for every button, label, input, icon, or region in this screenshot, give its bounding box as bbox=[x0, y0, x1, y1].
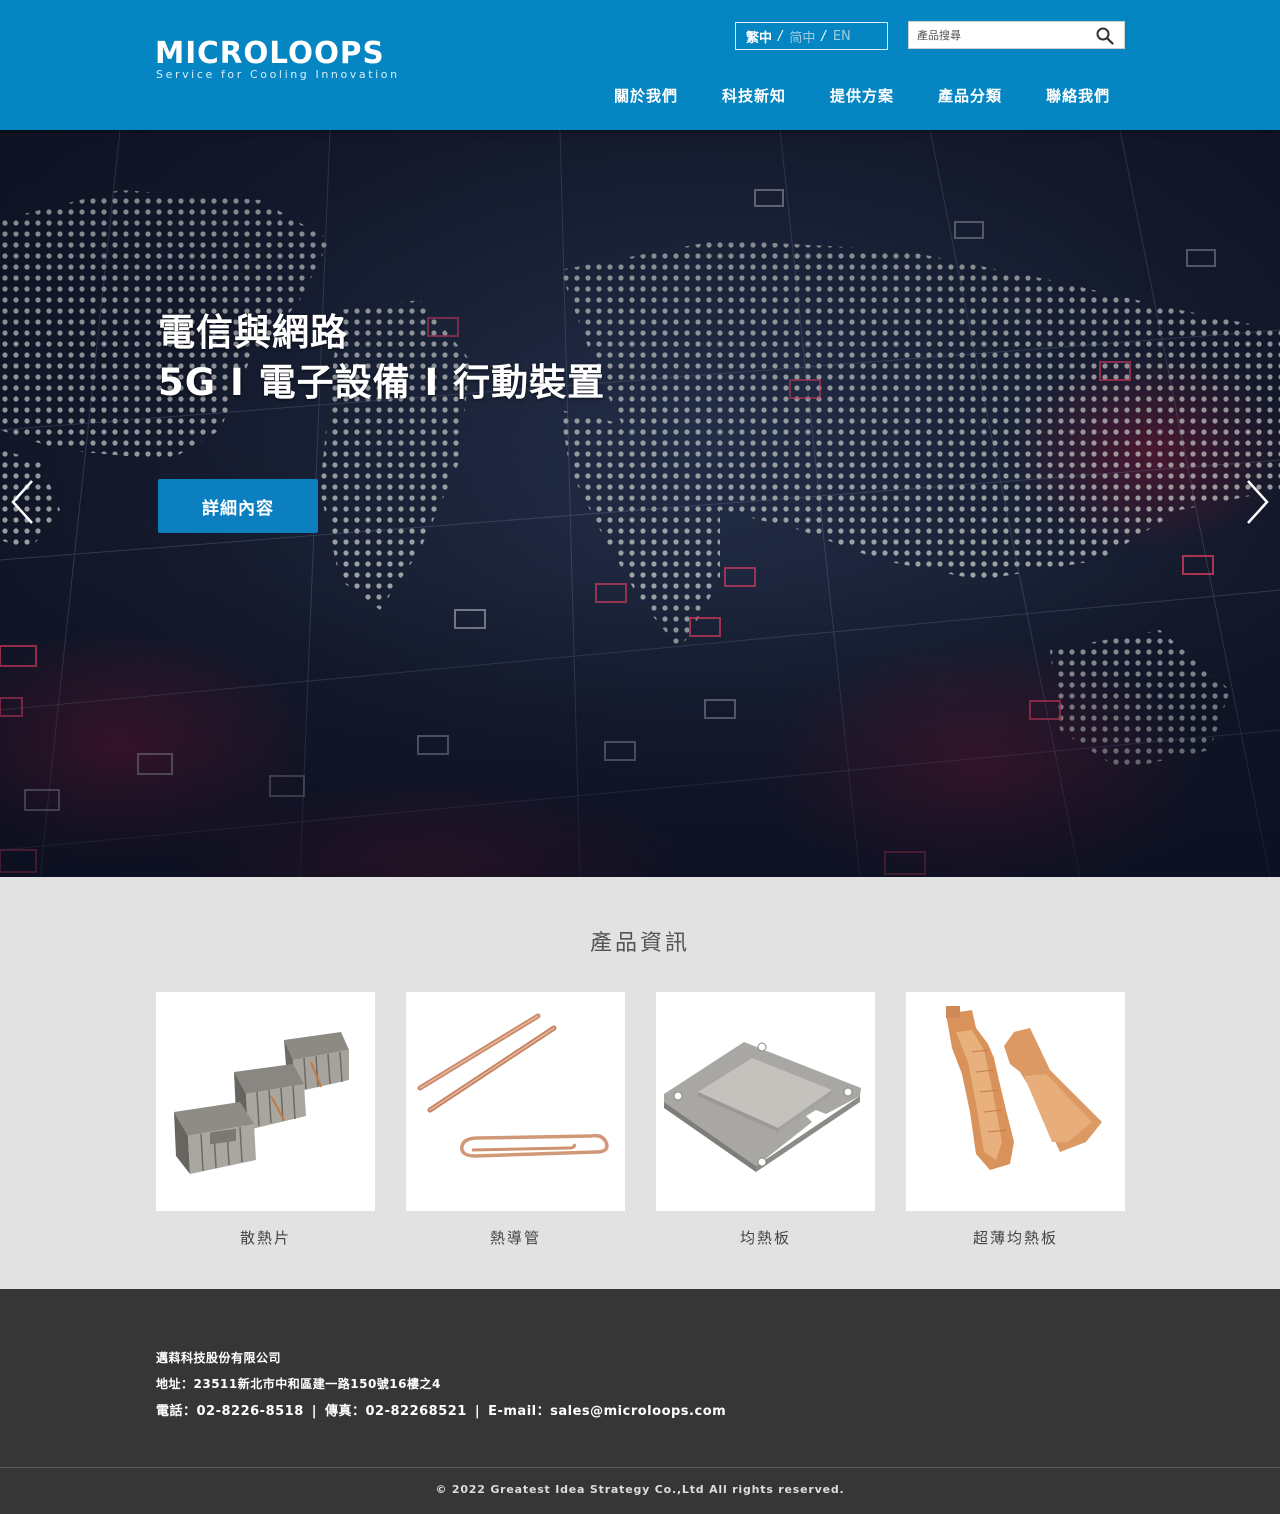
product-card-vapor-chamber[interactable]: 均熱板 bbox=[656, 992, 875, 1248]
products-section-title: 產品資訊 bbox=[589, 931, 690, 956]
footer-copyright: © 2022 Greatest Idea Strategy Co.,Ltd Al… bbox=[435, 1483, 845, 1496]
main-nav: 關於我們 科技新知 提供方案 產品分類 聯絡我們 bbox=[614, 85, 1110, 106]
footer-email-link[interactable]: E-mail：sales@microloops.com bbox=[488, 1404, 726, 1419]
nav-item-contact[interactable]: 聯絡我們 bbox=[1046, 85, 1110, 106]
footer-separator: | bbox=[474, 1404, 481, 1419]
footer-address: 地址：23511新北市中和區建一路150號16樓之4 bbox=[156, 1377, 441, 1391]
nav-item-solutions[interactable]: 提供方案 bbox=[830, 85, 894, 106]
hero-title-line1: 電信與網路 bbox=[158, 311, 348, 354]
product-card-heatsink[interactable]: 散熱片 bbox=[156, 992, 375, 1248]
hero-banner: 電信與網路 5G I 電子設備 I 行動裝置 詳細內容 bbox=[0, 130, 1280, 877]
product-image-vapor-chamber[interactable] bbox=[656, 992, 875, 1211]
nav-item-products[interactable]: 產品分類 bbox=[938, 85, 1002, 106]
product-label-heatsink[interactable]: 散熱片 bbox=[156, 1227, 375, 1248]
footer-divider bbox=[0, 1467, 1280, 1468]
site-footer: 邁萪科技股份有限公司 地址：23511新北市中和區建一路150號16樓之4 電話… bbox=[0, 1289, 1280, 1514]
chevron-right-icon[interactable] bbox=[1242, 479, 1272, 525]
footer-fax: 傳真：02-82268521 bbox=[325, 1404, 467, 1419]
lang-simplified-chinese[interactable]: 简中 bbox=[789, 27, 815, 46]
footer-phone: 電話：02-8226-8518 bbox=[156, 1404, 304, 1419]
hero-title-line2: 5G I 電子設備 I 行動裝置 bbox=[158, 361, 606, 404]
language-switcher: 繁中 / 简中 / EN bbox=[735, 22, 888, 50]
chevron-left-icon[interactable] bbox=[8, 479, 38, 525]
lang-english[interactable]: EN bbox=[833, 29, 851, 44]
search-box bbox=[908, 21, 1125, 49]
product-label-ultra-thin-vapor-chamber[interactable]: 超薄均熱板 bbox=[906, 1227, 1125, 1248]
product-card-ultra-thin-vapor-chamber[interactable]: 超薄均熱板 bbox=[906, 992, 1125, 1248]
footer-contact-row: 電話：02-8226-8518 | 傳真：02-82268521 | E-mail：sa… bbox=[156, 1399, 726, 1425]
product-image-heat-pipe[interactable] bbox=[406, 992, 625, 1211]
footer-contact-info: 邁萪科技股份有限公司 地址：23511新北市中和區建一路150號16樓之4 電話… bbox=[156, 1345, 726, 1425]
lang-separator: / bbox=[778, 28, 783, 44]
product-image-ultra-thin-vapor-chamber[interactable] bbox=[906, 992, 1125, 1211]
logo-tagline: Service for Cooling Innovation bbox=[156, 68, 400, 81]
product-label-heat-pipe[interactable]: 熱導管 bbox=[406, 1227, 625, 1248]
search-icon[interactable] bbox=[1096, 27, 1114, 45]
lang-traditional-chinese[interactable]: 繁中 bbox=[746, 27, 772, 46]
site-header: MICROLOOPS Service for Cooling Innovatio… bbox=[0, 0, 1280, 130]
product-card-heat-pipe[interactable]: 熱導管 bbox=[406, 992, 625, 1248]
products-section: 產品資訊 散熱片 熱導管 均熱板 超薄均熱板 bbox=[0, 877, 1280, 1289]
lang-separator: / bbox=[821, 28, 826, 44]
nav-item-about[interactable]: 關於我們 bbox=[614, 85, 678, 106]
logo-wordmark: MICROLOOPS bbox=[155, 36, 385, 71]
search-input[interactable] bbox=[909, 22, 1089, 48]
footer-company-name: 邁萪科技股份有限公司 bbox=[156, 1351, 282, 1365]
product-label-vapor-chamber[interactable]: 均熱板 bbox=[656, 1227, 875, 1248]
footer-separator: | bbox=[311, 1404, 317, 1419]
hero-details-button[interactable]: 詳細內容 bbox=[158, 479, 318, 533]
site-logo[interactable]: MICROLOOPS Service for Cooling Innovatio… bbox=[155, 36, 425, 86]
product-image-heatsink[interactable] bbox=[156, 992, 375, 1211]
hero-title: 電信與網路 5G I 電子設備 I 行動裝置 bbox=[158, 308, 605, 408]
nav-item-tech-news[interactable]: 科技新知 bbox=[722, 85, 786, 106]
